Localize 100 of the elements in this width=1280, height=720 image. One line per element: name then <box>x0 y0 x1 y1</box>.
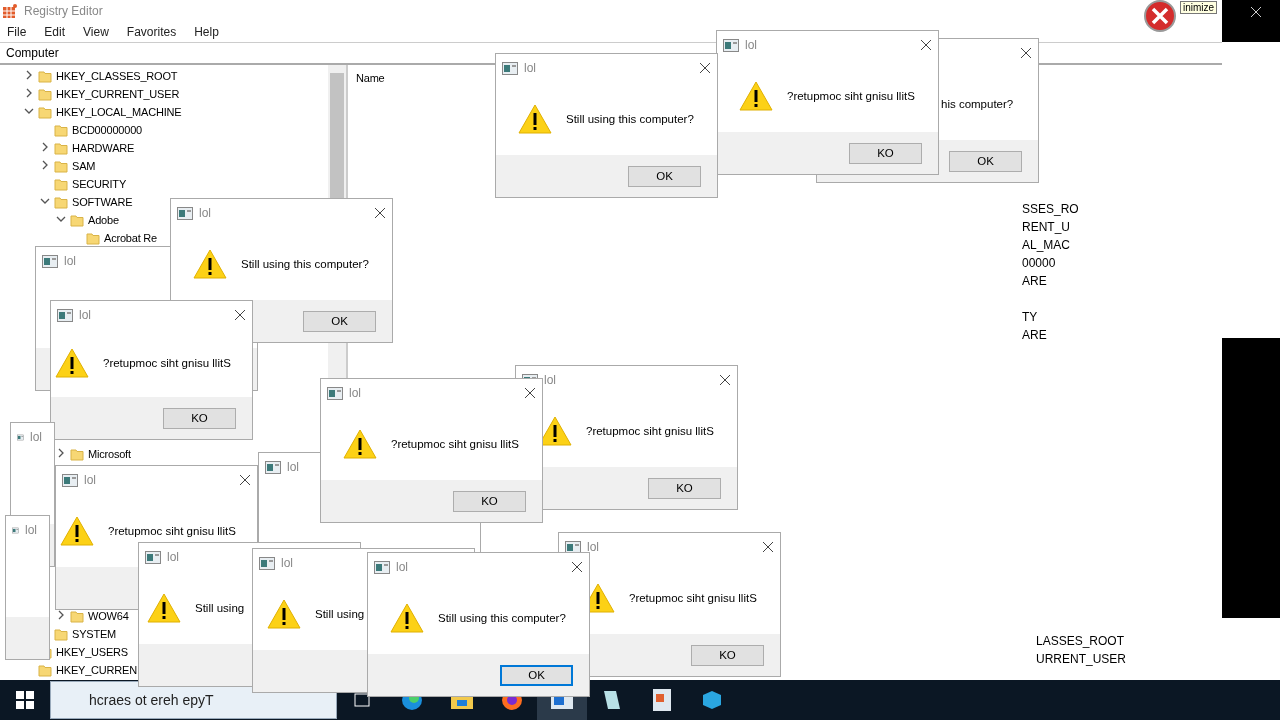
registry-key: 00000 <box>1022 254 1079 272</box>
folder-icon <box>54 159 68 173</box>
tree-item[interactable]: HARDWARE <box>72 142 135 154</box>
dialog-title: lol <box>281 556 293 570</box>
tree-item[interactable]: SYSTEM <box>72 628 117 640</box>
folder-icon <box>70 447 84 461</box>
dialog-button[interactable]: KO <box>163 407 236 429</box>
folder-icon <box>38 87 52 101</box>
tree-item[interactable]: BCD00000000 <box>72 124 142 136</box>
menu-item[interactable]: View <box>76 25 116 39</box>
close-icon[interactable] <box>524 387 536 399</box>
dialog-title: lol <box>199 206 211 220</box>
tree-item[interactable]: Adobe <box>88 214 119 226</box>
menu-item[interactable]: Edit <box>37 25 73 39</box>
dialog-title: lol <box>524 61 536 75</box>
dialog-title: lol <box>745 38 757 52</box>
folder-icon <box>38 69 52 83</box>
tree-item[interactable]: WOW64 <box>88 610 129 622</box>
dialog-title: lol <box>287 460 299 474</box>
window-icon <box>502 61 518 75</box>
registry-key: AL_MAC <box>1022 236 1079 254</box>
dialog-button[interactable]: OK <box>303 310 376 332</box>
folder-icon <box>38 105 52 119</box>
tree-item[interactable]: Acrobat Re <box>104 232 158 244</box>
menu-item[interactable]: Help <box>187 25 226 39</box>
registry-key: ARE <box>1022 272 1079 290</box>
dialog-button[interactable]: OK <box>949 150 1022 172</box>
window-icon <box>57 308 73 322</box>
folder-icon <box>38 663 52 677</box>
window-icon <box>145 550 161 564</box>
close-icon[interactable] <box>699 62 711 74</box>
tree-item[interactable]: HKEY_CLASSES_ROOT <box>56 70 178 82</box>
window-icon <box>259 556 275 570</box>
registry-key: RENT_U <box>1022 218 1079 236</box>
warning-icon <box>60 515 94 546</box>
registry-key: ARE <box>1022 326 1079 344</box>
dialog-footer <box>6 617 49 659</box>
dialog-button[interactable]: KO <box>849 142 922 164</box>
warning-icon <box>390 602 424 633</box>
tree-item[interactable]: Microsoft <box>88 448 131 460</box>
dialog-message: Still using <box>315 607 365 620</box>
menu-item[interactable]: Favorites <box>119 25 184 39</box>
close-icon[interactable] <box>1020 47 1032 59</box>
warning-icon <box>343 428 377 459</box>
window-icon <box>177 206 193 220</box>
warning-icon <box>739 80 773 111</box>
chevron-right-icon[interactable] <box>56 448 66 458</box>
warning-icon <box>267 598 301 629</box>
column-header[interactable]: Name <box>356 72 385 84</box>
dialog-message: Still using this computer? <box>241 257 369 270</box>
close-icon[interactable] <box>239 474 251 486</box>
warning-icon <box>55 348 89 378</box>
tree-item[interactable]: HKEY_LOCAL_MACHINE <box>56 106 182 118</box>
tooltip: inimize <box>1180 1 1218 14</box>
dialog-button[interactable]: OK <box>628 165 701 187</box>
dialog-title: lol <box>30 430 42 444</box>
dialog-button[interactable]: KO <box>648 477 721 499</box>
window-icon <box>327 386 343 400</box>
tree-item[interactable]: SECURITY <box>72 178 127 190</box>
dialog-message: ?retupmoc siht gnisu llitS <box>391 437 519 450</box>
dialog-button[interactable]: KO <box>691 644 764 666</box>
dialog-button[interactable]: OK <box>500 664 573 686</box>
window-icon <box>42 254 58 268</box>
close-icon[interactable] <box>762 541 774 553</box>
close-icon[interactable] <box>234 309 246 321</box>
window-title: Registry Editor <box>24 4 103 18</box>
dialog-title: lol <box>349 386 361 400</box>
tree-item[interactable]: SAM <box>72 160 96 172</box>
folder-icon <box>54 627 68 641</box>
folder-icon <box>54 141 68 155</box>
window-icon <box>374 560 390 574</box>
dialog-message: his computer? <box>941 97 1014 110</box>
registry-key: TY <box>1022 308 1079 326</box>
close-icon[interactable] <box>719 374 731 386</box>
dialog-button[interactable]: KO <box>453 490 526 512</box>
dialog-message: ?retupmoc siht gnisu llitS <box>108 524 236 537</box>
tree-item[interactable]: HKEY_CURRENT_USER <box>56 88 180 100</box>
menu-item[interactable]: File <box>0 25 34 39</box>
close-icon[interactable] <box>920 39 932 51</box>
dialog-message: Still using this computer? <box>438 611 566 624</box>
screen-artifact <box>1222 0 1280 42</box>
folder-icon <box>70 213 84 227</box>
close-icon[interactable] <box>571 561 583 573</box>
dialog-message: ?retupmoc siht gnisu llitS <box>787 89 915 102</box>
dialog-title: lol <box>79 308 91 322</box>
window-icon <box>265 460 281 474</box>
chevron-down-icon[interactable] <box>24 106 34 116</box>
dialog-message: Still using this computer? <box>566 112 694 125</box>
dialog-title: lol <box>84 473 96 487</box>
dialog-title: lol <box>396 560 408 574</box>
tree-item[interactable]: HKEY_USERS <box>56 646 128 658</box>
folder-icon <box>54 123 68 137</box>
registry-key: URRENT_USER <box>1036 650 1126 668</box>
tree-item[interactable]: HKEY_CURREN <box>56 664 137 676</box>
folder-icon <box>54 195 68 209</box>
close-icon[interactable] <box>374 207 386 219</box>
window-icon <box>62 473 78 487</box>
dialog-message: ?retupmoc siht gnisu llitS <box>103 357 231 369</box>
window-icon <box>565 540 581 554</box>
tree-item[interactable]: SOFTWARE <box>72 196 133 208</box>
